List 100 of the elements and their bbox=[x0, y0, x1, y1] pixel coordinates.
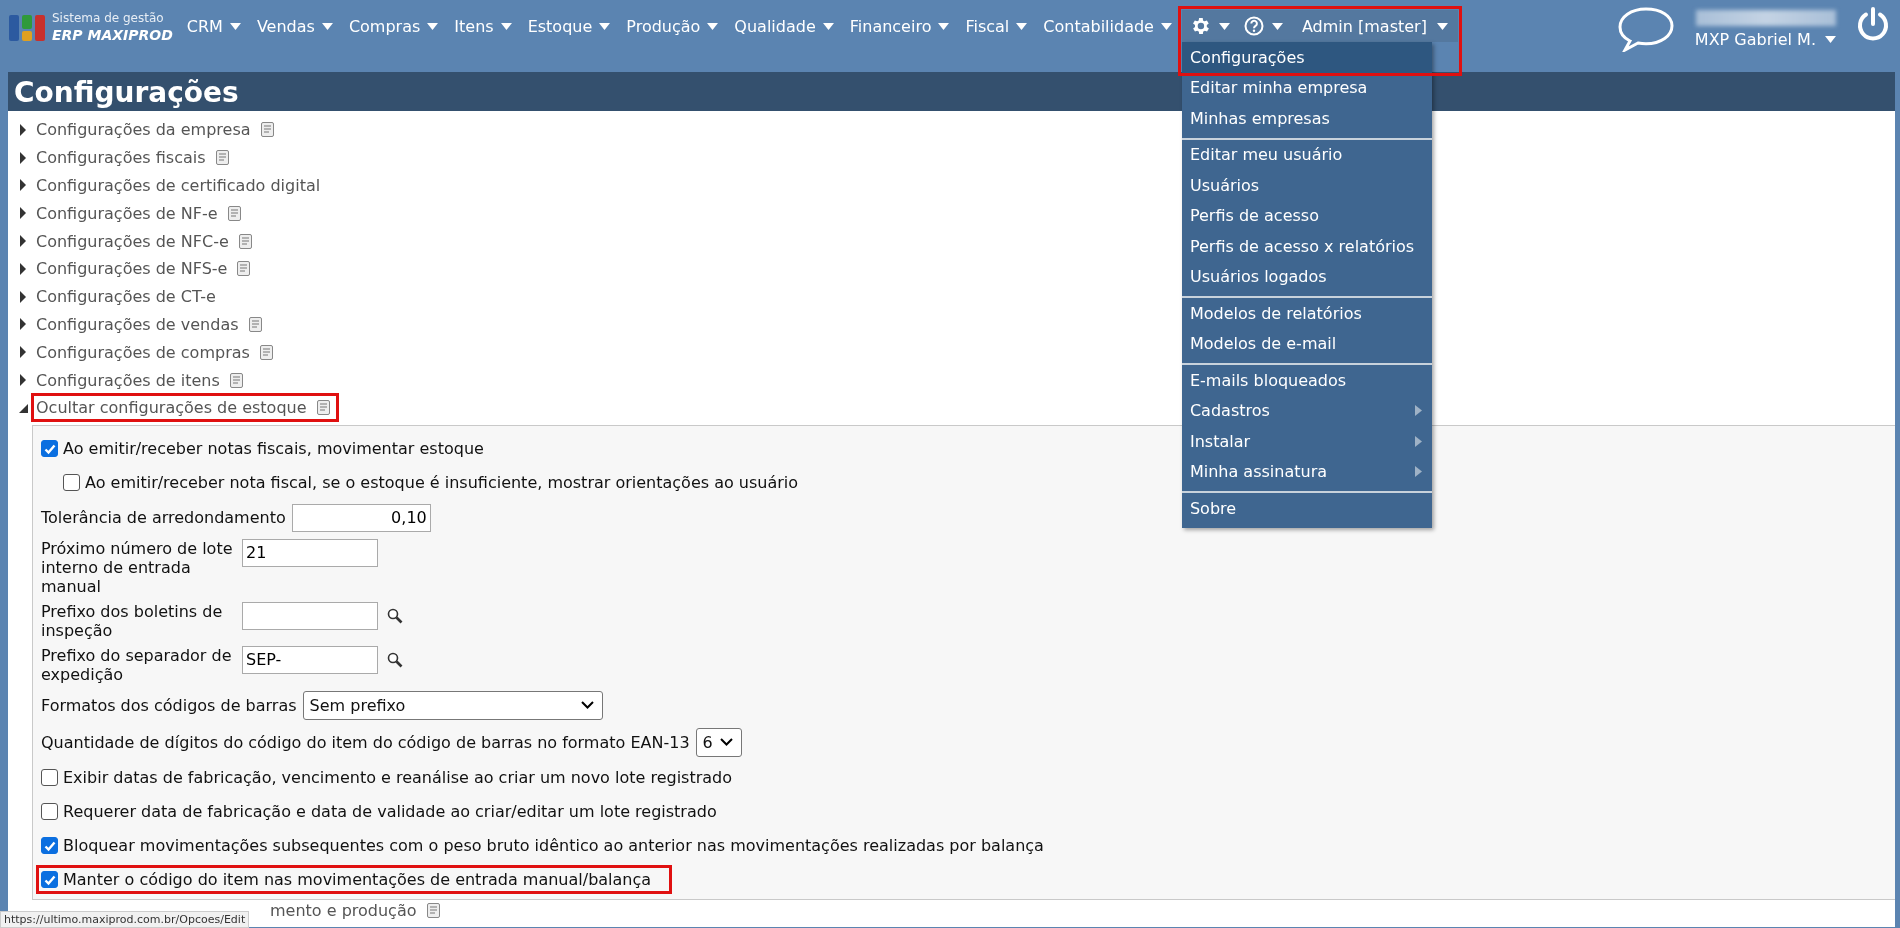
section-link[interactable]: mento e produção bbox=[270, 901, 417, 921]
menu-item[interactable]: Usuários logados bbox=[1181, 261, 1432, 292]
checkbox[interactable] bbox=[41, 803, 58, 821]
caret-icon bbox=[427, 22, 439, 30]
expand-triangle-icon[interactable] bbox=[18, 346, 28, 359]
logo-tagline: Sistema de gestão bbox=[52, 10, 165, 27]
checkbox[interactable] bbox=[63, 474, 80, 492]
power-icon[interactable] bbox=[1856, 6, 1890, 42]
checkbox[interactable] bbox=[41, 440, 58, 458]
section-link[interactable]: Configurações de certificado digital bbox=[36, 176, 321, 195]
search-icon[interactable] bbox=[387, 651, 403, 668]
chevron-icon bbox=[719, 738, 733, 747]
submenu-arrow-icon bbox=[1414, 466, 1422, 478]
caret-icon bbox=[707, 22, 719, 30]
section-link[interactable]: Configurações da empresa bbox=[36, 120, 251, 140]
nav-menu[interactable]: Produção bbox=[618, 10, 727, 42]
dropdown[interactable]: Sem prefixo bbox=[302, 690, 603, 720]
expand-triangle-icon[interactable] bbox=[18, 235, 28, 248]
expand-triangle-icon[interactable] bbox=[18, 290, 28, 303]
checkbox[interactable] bbox=[41, 769, 58, 787]
field-label: Formatos dos códigos de barras bbox=[41, 695, 297, 715]
document-icon[interactable] bbox=[238, 233, 252, 249]
input-field[interactable]: SEP- bbox=[242, 645, 378, 674]
caret-icon bbox=[229, 22, 241, 30]
checkbox-label: Ao emitir/receber notas fiscais, movimentar estoque bbox=[63, 439, 484, 459]
document-icon[interactable] bbox=[259, 344, 273, 360]
caret-icon bbox=[500, 22, 512, 30]
menu-item[interactable]: Minhas empresas bbox=[1181, 103, 1432, 134]
menu-item[interactable]: Editar minha empresa bbox=[1181, 72, 1432, 103]
document-icon[interactable] bbox=[260, 122, 274, 138]
section-link[interactable]: Configurações de NFS-e bbox=[36, 259, 228, 279]
menu-item[interactable]: Perfis de acesso x relatórios bbox=[1181, 231, 1432, 262]
field-label: Quantidade de dígitos do código do item do código de barras no formato EAN-13 bbox=[41, 732, 690, 752]
input-field[interactable] bbox=[242, 601, 378, 630]
search-icon[interactable] bbox=[387, 607, 403, 624]
submenu-arrow-icon bbox=[1414, 435, 1422, 447]
document-icon[interactable] bbox=[316, 400, 330, 416]
collapse-triangle-icon[interactable] bbox=[18, 402, 28, 413]
logo-icon bbox=[8, 12, 46, 42]
section-link[interactable]: Configurações de compras bbox=[36, 342, 250, 362]
input-field[interactable]: 0,10 bbox=[291, 503, 431, 532]
help-icon bbox=[1243, 16, 1264, 36]
document-icon[interactable] bbox=[215, 150, 229, 166]
expand-triangle-icon[interactable] bbox=[18, 262, 28, 275]
field-label: Tolerância de arredondamento bbox=[41, 508, 286, 528]
menu-item[interactable]: Perfis de acesso bbox=[1181, 200, 1432, 231]
caret-icon bbox=[321, 22, 333, 30]
submenu-arrow-icon bbox=[1414, 405, 1422, 417]
document-icon[interactable] bbox=[248, 317, 262, 332]
nav-menu[interactable]: Itens bbox=[446, 10, 520, 42]
input-field[interactable]: 21 bbox=[242, 538, 378, 567]
document-icon[interactable] bbox=[229, 372, 243, 388]
menu-item[interactable]: Usuários bbox=[1181, 170, 1432, 201]
menu-item[interactable]: Modelos de e-mail bbox=[1181, 328, 1432, 359]
chevron-icon bbox=[580, 701, 594, 710]
section-link[interactable]: Configurações fiscais bbox=[36, 148, 206, 168]
section-link[interactable]: Configurações de itens bbox=[36, 370, 220, 390]
logo-name: ERP MAXIPROD bbox=[52, 27, 173, 44]
section-link[interactable]: Configurações de vendas bbox=[36, 315, 239, 334]
document-icon[interactable] bbox=[227, 205, 241, 221]
menu-item[interactable]: Cadastros bbox=[1181, 395, 1432, 426]
expand-triangle-icon[interactable] bbox=[18, 374, 28, 387]
nav-menu[interactable]: CRM bbox=[178, 10, 249, 42]
checkbox[interactable] bbox=[41, 837, 58, 855]
nav-menu[interactable]: Contabilidade bbox=[1035, 10, 1180, 42]
caret-icon bbox=[1271, 22, 1283, 30]
menu-item[interactable]: Minha assinatura bbox=[1181, 456, 1432, 487]
expand-triangle-icon[interactable] bbox=[18, 318, 28, 331]
checkbox-label: Requerer data de fabricação e data de validade ao criar/editar um lote registrado bbox=[63, 802, 717, 822]
dropdown[interactable]: 6 bbox=[695, 727, 742, 757]
user-menu[interactable]: MXP Gabriel M. bbox=[1694, 30, 1836, 49]
document-icon[interactable] bbox=[237, 261, 251, 277]
section-link[interactable]: Configurações de CT-e bbox=[36, 287, 216, 307]
caret-icon bbox=[938, 22, 950, 30]
chat-icon[interactable] bbox=[1616, 6, 1675, 52]
nav-menu[interactable]: Vendas bbox=[248, 10, 341, 42]
menu-item[interactable]: Configurações bbox=[1181, 42, 1432, 73]
caret-icon bbox=[822, 22, 834, 30]
expand-triangle-icon[interactable] bbox=[18, 123, 28, 136]
checkbox[interactable] bbox=[41, 871, 58, 889]
caret-icon bbox=[1825, 36, 1836, 43]
status-url: https://ultimo.maxiprod.com.br/Opcoes/Edit bbox=[0, 911, 250, 928]
section-link[interactable]: Configurações de NFC-e bbox=[36, 231, 229, 251]
menu-item[interactable]: Instalar bbox=[1181, 426, 1432, 457]
nav-menu[interactable]: Financeiro bbox=[841, 10, 958, 42]
expand-triangle-icon[interactable] bbox=[18, 179, 28, 192]
nav-menu[interactable]: Fiscal bbox=[957, 10, 1036, 42]
section-link[interactable]: Configurações de NF-e bbox=[36, 203, 218, 223]
section-link[interactable]: Ocultar configurações de estoque bbox=[36, 398, 307, 418]
caret-icon bbox=[599, 22, 611, 30]
checkbox-label: Manter o código do item nas movimentações de entrada manual/balança bbox=[63, 870, 652, 890]
document-icon[interactable] bbox=[426, 903, 440, 919]
nav-menu[interactable]: Qualidade bbox=[726, 10, 842, 42]
field-label: Próximo número de lote interno de entrada manual bbox=[41, 538, 234, 596]
caret-icon bbox=[1016, 22, 1028, 30]
expand-triangle-icon[interactable] bbox=[18, 151, 28, 164]
expand-triangle-icon[interactable] bbox=[18, 207, 28, 220]
checkbox-label: Bloquear movimentações subsequentes com o peso bruto idêntico ao anterior nas movimentações realizadas por balança bbox=[63, 836, 1044, 856]
nav-menu[interactable]: Compras bbox=[340, 10, 447, 42]
nav-menu[interactable]: Estoque bbox=[519, 10, 619, 42]
